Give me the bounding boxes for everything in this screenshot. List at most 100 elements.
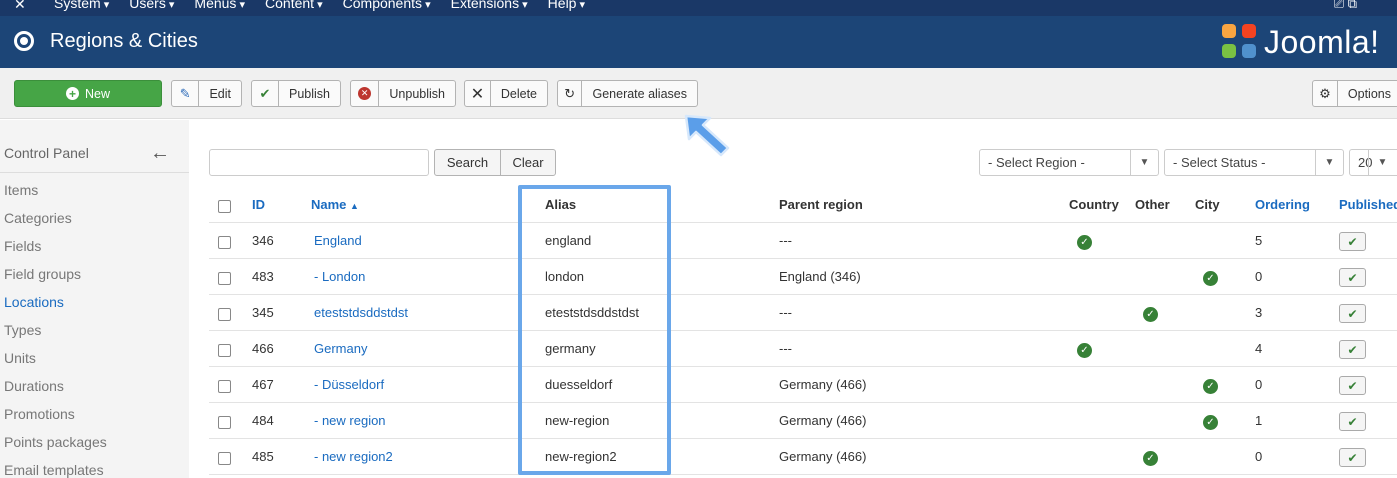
publish-toggle-button[interactable]: ✔ [1339,340,1366,359]
joomla-logo-icon [1222,24,1258,60]
user-menu-icon[interactable]: ⎚ ⧉ [1334,0,1357,12]
check-circle-icon: ✓ [1143,307,1158,322]
top-menu: System Users Menus Content Components Ex… [54,0,605,11]
options-button[interactable]: ⚙ Options [1312,80,1397,107]
edit-button-label: Edit [209,86,231,101]
row-name-link[interactable]: eteststdsddstdst [314,305,408,320]
row-divider [209,438,1397,439]
row-checkbox[interactable] [218,344,231,357]
column-header-id[interactable]: ID [252,197,265,212]
row-id: 346 [252,233,274,248]
column-header-ordering[interactable]: Ordering [1255,197,1310,212]
row-parent-region: --- [779,305,792,320]
check-circle-icon: ✓ [1203,379,1218,394]
menu-extensions[interactable]: Extensions [451,0,528,11]
sidebar-item-locations[interactable]: Locations [4,294,64,310]
options-button-label: Options [1347,86,1391,101]
sidebar-divider [0,172,189,173]
row-id: 467 [252,377,274,392]
row-id: 483 [252,269,274,284]
chevron-down-icon: ▼ [1368,150,1396,175]
row-parent-region: Germany (466) [779,449,867,464]
arrow-left-icon[interactable]: ← [150,142,170,165]
publish-toggle-button[interactable]: ✔ [1339,232,1366,251]
top-navbar: ✕ System Users Menus Content Components … [0,0,1397,16]
row-checkbox[interactable] [218,452,231,465]
sidebar-item-points-packages[interactable]: Points packages [4,434,107,450]
publish-toggle-button[interactable]: ✔ [1339,448,1366,467]
menu-help[interactable]: Help [548,0,585,11]
search-button[interactable]: Search [434,149,501,176]
menu-components[interactable]: Components [343,0,431,11]
check-all-checkbox[interactable] [218,200,231,213]
column-header-name[interactable]: Name ▲ [311,197,359,212]
publish-button[interactable]: ✔ Publish [251,80,341,107]
chevron-down-icon: ▼ [1130,150,1158,175]
row-divider [209,474,1397,475]
menu-users[interactable]: Users [129,0,174,11]
row-parent-region: --- [779,233,792,248]
unpublish-button[interactable]: ✕ Unpublish [350,80,456,107]
row-name-link[interactable]: - Düsseldorf [314,377,384,392]
row-divider [209,258,1397,259]
row-name-link[interactable]: England [314,233,362,248]
row-checkbox[interactable] [218,416,231,429]
sidebar-item-promotions[interactable]: Promotions [4,406,75,422]
row-checkbox[interactable] [218,308,231,321]
sidebar-item-field-groups[interactable]: Field groups [4,266,81,282]
publish-toggle-button[interactable]: ✔ [1339,412,1366,431]
sidebar-item-durations[interactable]: Durations [4,378,64,394]
row-name-link[interactable]: - new region [314,413,386,428]
sidebar-item-items[interactable]: Items [4,182,38,198]
check-circle-icon: ✓ [1203,415,1218,430]
limit-select[interactable]: 20 ▼ [1349,149,1397,176]
publish-toggle-button[interactable]: ✔ [1339,304,1366,323]
publish-toggle-button[interactable]: ✔ [1339,376,1366,395]
sort-asc-icon: ▲ [350,201,359,211]
sidebar-item-types[interactable]: Types [4,322,41,338]
row-checkbox[interactable] [218,272,231,285]
row-parent-region: England (346) [779,269,861,284]
refresh-icon: ↻ [558,81,583,106]
sidebar-item-fields[interactable]: Fields [4,238,41,254]
new-button[interactable]: + New [14,80,162,107]
menu-content[interactable]: Content [265,0,323,11]
row-checkbox[interactable] [218,236,231,249]
check-circle-icon: ✓ [1203,271,1218,286]
row-name-link[interactable]: - new region2 [314,449,393,464]
plus-icon: + [65,87,79,100]
row-parent-region: Germany (466) [779,377,867,392]
row-ordering: 0 [1255,377,1263,392]
alias-column-highlight [518,185,671,475]
locations-icon [14,31,34,51]
row-name-link[interactable]: - London [314,269,365,284]
clear-button[interactable]: Clear [500,149,556,176]
delete-icon: ✕ [465,81,491,106]
row-checkbox[interactable] [218,380,231,393]
sidebar-item-email-templates[interactable]: Email templates [4,462,104,478]
status-select[interactable]: - Select Status - ▼ [1164,149,1344,176]
column-header-published[interactable]: Published [1339,197,1397,212]
edit-button[interactable]: ✎ Edit [171,80,242,107]
joomla-menu-icon[interactable]: ✕ [14,0,26,13]
menu-menus[interactable]: Menus [194,0,245,11]
arrow-pointer-icon [684,114,730,157]
page-title: Regions & Cities [50,30,198,52]
row-divider [209,294,1397,295]
column-header-country: Country [1069,197,1119,212]
sidebar-item-categories[interactable]: Categories [4,210,72,226]
region-select[interactable]: - Select Region - ▼ [979,149,1159,176]
row-name-link[interactable]: Germany [314,341,367,356]
row-divider [209,222,1397,223]
column-header-name-label: Name [311,197,347,212]
row-ordering: 4 [1255,341,1263,356]
sidebar-control-panel[interactable]: Control Panel [4,145,89,161]
delete-button[interactable]: ✕ Delete [464,80,548,107]
publish-toggle-button[interactable]: ✔ [1339,268,1366,287]
row-id: 345 [252,305,274,320]
search-input[interactable] [209,149,429,176]
new-button-label: New [84,86,110,101]
menu-system[interactable]: System [54,0,109,11]
sidebar-item-units[interactable]: Units [4,350,36,366]
generate-aliases-button[interactable]: ↻ Generate aliases [557,80,698,107]
